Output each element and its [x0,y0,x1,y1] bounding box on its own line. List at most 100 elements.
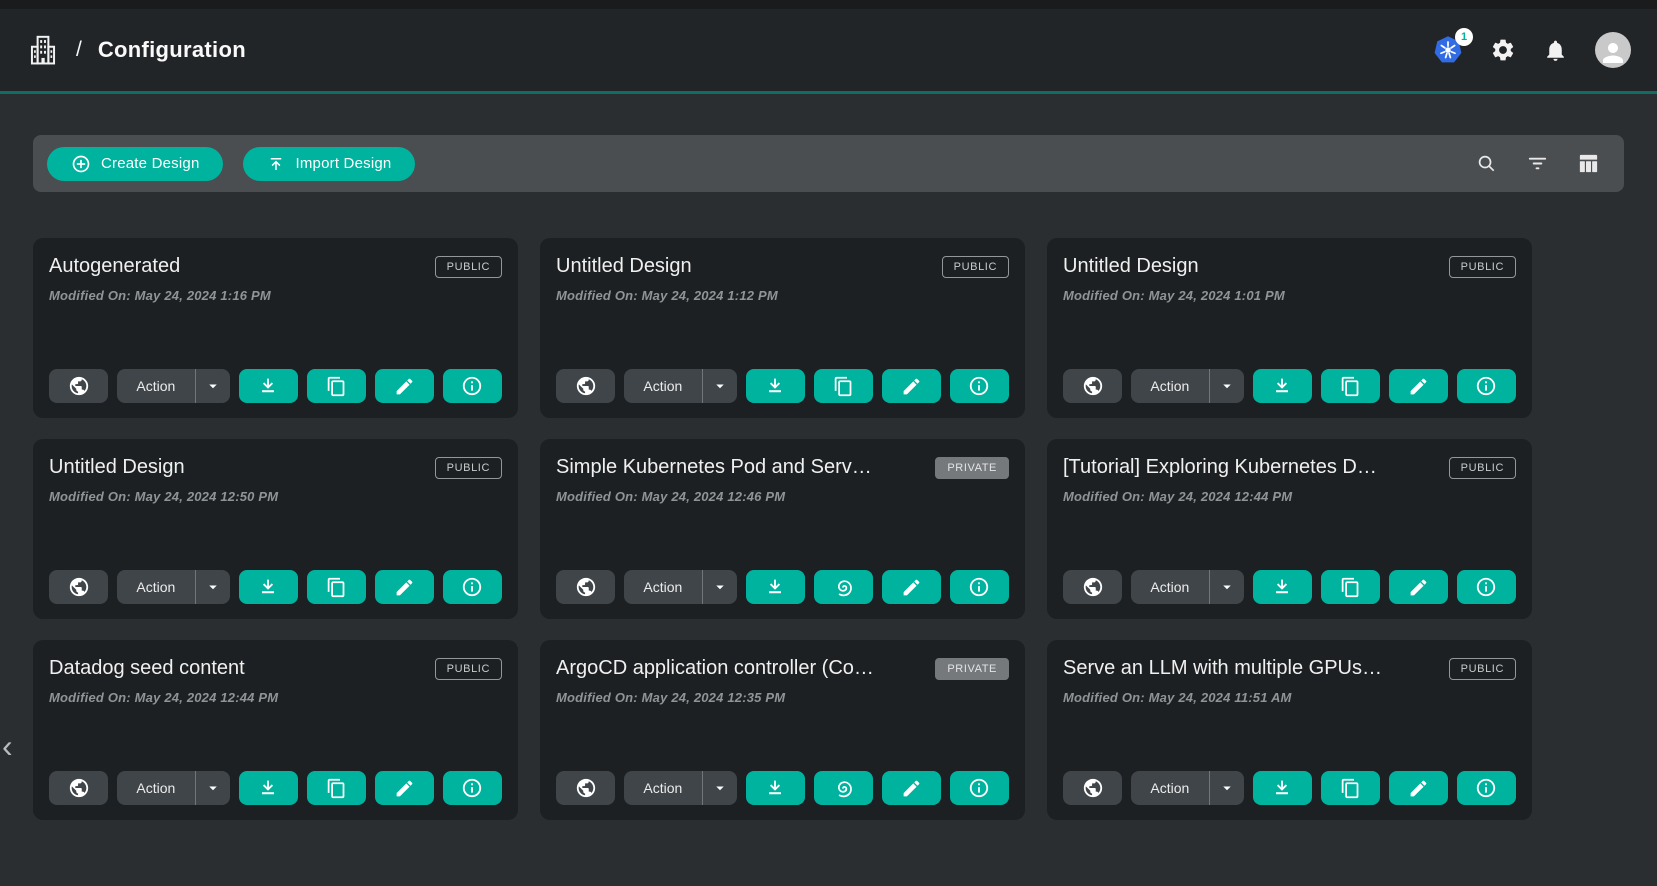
kubernetes-count-badge: 1 [1455,28,1473,46]
navbar-actions: 1 [1433,32,1631,68]
pencil-icon [901,577,922,598]
edit-button[interactable] [1389,369,1448,403]
info-button[interactable] [1457,369,1516,403]
add-circle-icon [71,154,91,174]
action-button-label[interactable]: Action [117,378,194,394]
modified-date: Modified On: May 24, 2024 12:50 PM [49,489,502,504]
chevron-down-icon[interactable] [1210,578,1244,596]
action-split-button[interactable]: Action [117,369,229,403]
filter-icon[interactable] [1526,152,1549,175]
clone-button[interactable] [307,771,366,805]
chevron-down-icon[interactable] [196,578,230,596]
edit-button[interactable] [1389,771,1448,805]
visibility-globe-button[interactable] [1063,570,1122,604]
visibility-badge: PUBLIC [435,658,502,680]
action-button-label[interactable]: Action [1131,780,1208,796]
action-split-button[interactable]: Action [1131,570,1243,604]
action-split-button[interactable]: Action [624,369,736,403]
action-button-label[interactable]: Action [624,378,701,394]
action-button-label[interactable]: Action [117,579,194,595]
avatar[interactable] [1595,32,1631,68]
clone-button[interactable] [814,570,873,604]
create-design-button[interactable]: Create Design [47,147,223,181]
clone-button[interactable] [307,570,366,604]
chevron-down-icon[interactable] [196,779,230,797]
clone-button[interactable] [1321,369,1380,403]
gear-icon[interactable] [1490,37,1516,63]
download-button[interactable] [1253,570,1312,604]
pencil-icon [394,577,415,598]
chevron-left-icon[interactable]: ‹ [2,730,13,762]
info-button[interactable] [443,369,502,403]
table-view-icon[interactable] [1577,152,1600,175]
clone-button[interactable] [1321,771,1380,805]
info-button[interactable] [950,570,1009,604]
info-button[interactable] [443,570,502,604]
modified-date: Modified On: May 24, 2024 12:44 PM [49,690,502,705]
visibility-globe-button[interactable] [1063,369,1122,403]
download-button[interactable] [746,570,805,604]
action-split-button[interactable]: Action [117,771,229,805]
download-button[interactable] [239,771,298,805]
edit-button[interactable] [882,771,941,805]
action-split-button[interactable]: Action [624,570,736,604]
download-button[interactable] [746,369,805,403]
edit-button[interactable] [882,570,941,604]
info-button[interactable] [1457,771,1516,805]
action-button-label[interactable]: Action [624,780,701,796]
action-button-label[interactable]: Action [624,579,701,595]
search-icon[interactable] [1475,152,1498,175]
action-split-button[interactable]: Action [1131,369,1243,403]
download-button[interactable] [239,369,298,403]
visibility-globe-button[interactable] [49,771,108,805]
chevron-down-icon[interactable] [1210,377,1244,395]
info-button[interactable] [950,369,1009,403]
design-card: Untitled Design PUBLIC Modified On: May … [33,439,518,619]
edit-button[interactable] [375,570,434,604]
action-split-button[interactable]: Action [624,771,736,805]
card-actions: Action [49,771,502,805]
info-button[interactable] [443,771,502,805]
edit-button[interactable] [1389,570,1448,604]
action-button-label[interactable]: Action [117,780,194,796]
building-icon[interactable] [26,33,60,67]
clone-button[interactable] [1321,570,1380,604]
visibility-globe-button[interactable] [556,369,615,403]
info-icon [1475,375,1497,397]
clone-button[interactable] [814,771,873,805]
download-button[interactable] [746,771,805,805]
info-icon [968,576,990,598]
edit-button[interactable] [375,771,434,805]
action-split-button[interactable]: Action [117,570,229,604]
edit-button[interactable] [882,369,941,403]
chevron-down-icon[interactable] [1210,779,1244,797]
visibility-globe-button[interactable] [1063,771,1122,805]
clone-button[interactable] [307,369,366,403]
edit-button[interactable] [375,369,434,403]
info-button[interactable] [1457,570,1516,604]
action-split-button[interactable]: Action [1131,771,1243,805]
info-button[interactable] [950,771,1009,805]
action-button-label[interactable]: Action [1131,579,1208,595]
download-button[interactable] [1253,771,1312,805]
visibility-badge: PRIVATE [935,457,1009,479]
chevron-down-icon[interactable] [703,779,737,797]
download-icon [764,375,786,397]
visibility-globe-button[interactable] [49,570,108,604]
import-design-button[interactable]: Import Design [243,147,415,181]
bell-icon[interactable] [1543,38,1568,63]
visibility-badge: PRIVATE [935,658,1009,680]
chevron-down-icon[interactable] [196,377,230,395]
visibility-globe-button[interactable] [556,570,615,604]
action-button-label[interactable]: Action [1131,378,1208,394]
download-button[interactable] [239,570,298,604]
chevron-down-icon[interactable] [703,377,737,395]
chevron-down-icon[interactable] [703,578,737,596]
globe-icon [1082,576,1104,598]
visibility-globe-button[interactable] [556,771,615,805]
download-button[interactable] [1253,369,1312,403]
kubernetes-context-button[interactable]: 1 [1433,35,1463,65]
download-icon [257,375,279,397]
visibility-globe-button[interactable] [49,369,108,403]
clone-button[interactable] [814,369,873,403]
